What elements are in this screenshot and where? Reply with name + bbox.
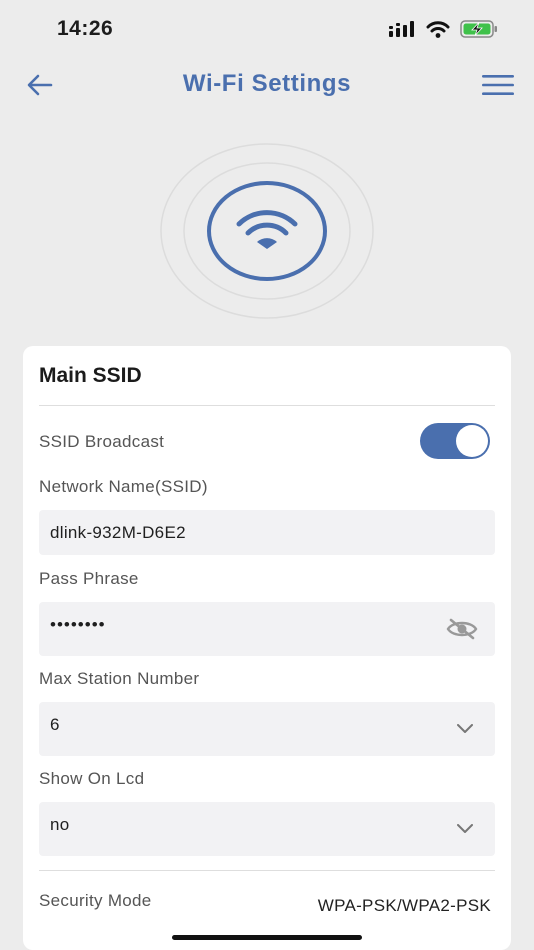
wifi-icon: [236, 210, 298, 249]
pass-phrase-label: Pass Phrase: [39, 569, 139, 588]
wifi-hero-graphic: [160, 143, 374, 319]
chevron-down-icon: [457, 724, 473, 733]
pass-phrase-value: ••••••••: [50, 615, 106, 634]
battery-charging-icon: [460, 20, 497, 38]
network-name-label: Network Name(SSID): [39, 477, 208, 496]
show-on-lcd-value: no: [50, 815, 70, 834]
max-station-select[interactable]: 6: [39, 702, 495, 756]
network-name-value: dlink-932M-D6E2: [50, 523, 186, 542]
ssid-broadcast-label: SSID Broadcast: [39, 432, 165, 451]
page-title: Wi-Fi Settings: [182, 70, 352, 97]
cellular-signal-icon: [389, 21, 414, 37]
show-on-lcd-select[interactable]: no: [39, 802, 495, 856]
toggle-knob: [456, 425, 488, 457]
network-name-input[interactable]: dlink-932M-D6E2: [39, 510, 495, 555]
hamburger-menu-icon[interactable]: [482, 74, 514, 96]
max-station-label: Max Station Number: [39, 669, 200, 688]
security-divider: [39, 870, 495, 871]
card-title: Main SSID: [39, 364, 142, 387]
status-time: 14:26: [57, 17, 114, 40]
max-station-value: 6: [50, 715, 60, 734]
chevron-down-icon: [457, 824, 473, 833]
main-ssid-card: Main SSID SSID Broadcast Network Name(SS…: [23, 346, 511, 950]
pass-phrase-input[interactable]: ••••••••: [39, 602, 495, 656]
status-bar: 14:26: [0, 0, 534, 58]
eye-hidden-icon[interactable]: [446, 617, 478, 641]
ssid-broadcast-toggle[interactable]: [420, 423, 490, 459]
show-on-lcd-label: Show On Lcd: [39, 769, 145, 788]
security-mode-value[interactable]: WPA-PSK/WPA2-PSK: [318, 896, 491, 916]
title-divider: [39, 405, 495, 406]
status-icons: [389, 20, 498, 38]
nav-header: Wi-Fi Settings: [0, 58, 534, 114]
home-indicator: [172, 935, 362, 940]
security-mode-label: Security Mode: [39, 891, 152, 910]
wifi-status-icon: [426, 20, 450, 38]
